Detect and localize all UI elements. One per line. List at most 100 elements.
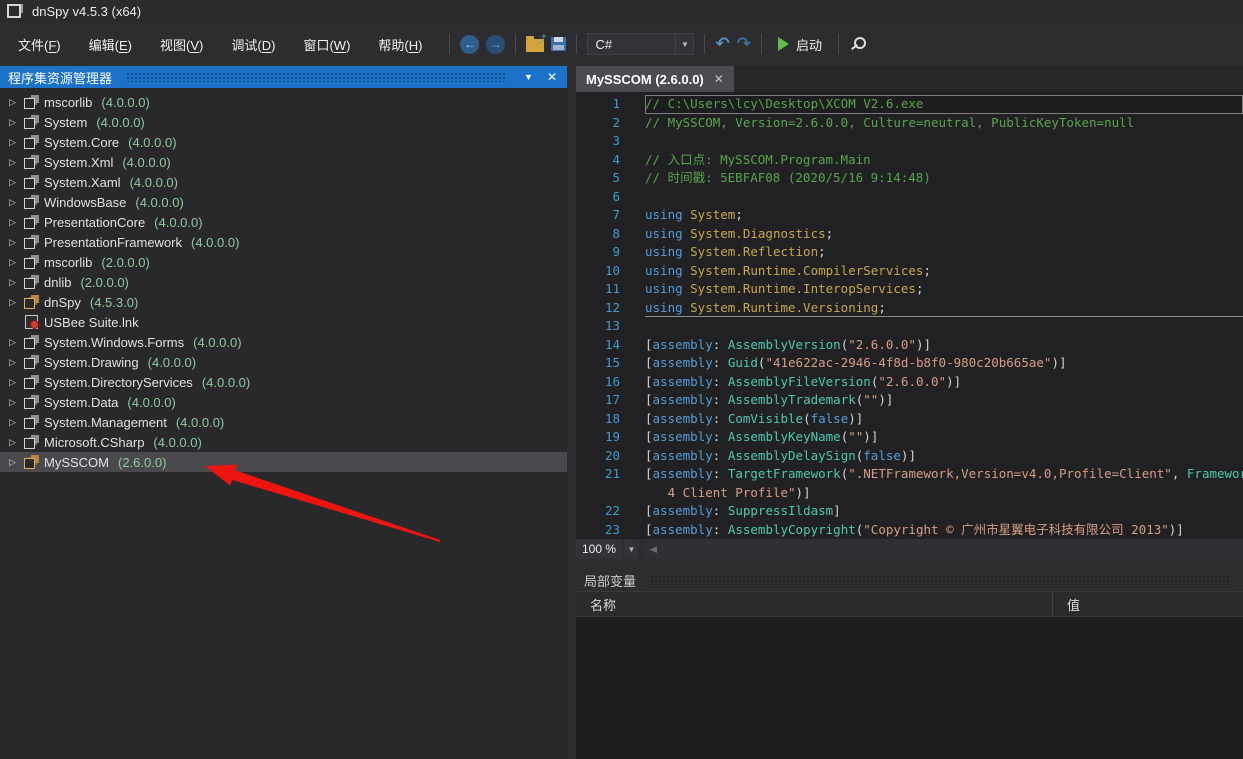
expander-icon[interactable]: ▷	[6, 197, 19, 208]
code-text: [assembly: AssemblyCopyright("Copyright …	[645, 521, 1243, 540]
code-text	[645, 132, 1243, 151]
expander-icon[interactable]: ▷	[6, 137, 19, 148]
tree-item-presentationcore[interactable]: ▷PresentationCore(4.0.0.0)	[0, 212, 567, 232]
expander-icon[interactable]: ▷	[6, 257, 19, 268]
tree-item-windowsbase[interactable]: ▷WindowsBase(4.0.0.0)	[0, 192, 567, 212]
locals-column-name[interactable]: 名称	[576, 592, 1053, 616]
tree-item-mysscom[interactable]: ▷MySSCOM(2.6.0.0)	[0, 452, 567, 472]
assembly-icon	[24, 135, 39, 149]
tree-item-dnlib[interactable]: ▷dnlib(2.0.0.0)	[0, 272, 567, 292]
main-area: 程序集资源管理器 ▼ ✕ ▷mscorlib(4.0.0.0)▷System(4…	[0, 66, 1243, 759]
tree-item-version: (4.0.0.0)	[96, 115, 144, 130]
code-text: [assembly: AssemblyFileVersion("2.6.0.0"…	[645, 373, 1243, 392]
line-number	[576, 484, 630, 503]
assembly-icon	[24, 335, 39, 349]
horizontal-scrollbar[interactable]: ◀	[645, 539, 1243, 559]
language-selector[interactable]: C# ▼	[587, 33, 694, 55]
chevron-down-icon[interactable]: ▼	[675, 34, 693, 54]
tree-item-system[interactable]: ▷System(4.0.0.0)	[0, 112, 567, 132]
tree-item-system-management[interactable]: ▷System.Management(4.0.0.0)	[0, 412, 567, 432]
expander-icon[interactable]: ▷	[6, 417, 19, 428]
menu-item-file[interactable]: 文件(F)	[4, 30, 75, 59]
undo-icon[interactable]: ↶	[715, 35, 729, 53]
tree-item-system-core[interactable]: ▷System.Core(4.0.0.0)	[0, 132, 567, 152]
tree-item-system-data[interactable]: ▷System.Data(4.0.0.0)	[0, 392, 567, 412]
tree-item-presentationframework[interactable]: ▷PresentationFramework(4.0.0.0)	[0, 232, 567, 252]
tree-item-label: mscorlib	[44, 95, 92, 110]
tree-item-system-drawing[interactable]: ▷System.Drawing(4.0.0.0)	[0, 352, 567, 372]
expander-icon[interactable]: ▷	[6, 437, 19, 448]
tree-item-system-directoryservices[interactable]: ▷System.DirectoryServices(4.0.0.0)	[0, 372, 567, 392]
code-editor[interactable]: 1// C:\Users\lcy\Desktop\XCOM V2.6.exe2/…	[576, 92, 1243, 539]
tree-item-mscorlib[interactable]: ▷mscorlib(4.0.0.0)	[0, 92, 567, 112]
redo-icon[interactable]: ↷	[737, 35, 751, 53]
tree-item-system-xaml[interactable]: ▷System.Xaml(4.0.0.0)	[0, 172, 567, 192]
tree-item-version: (4.0.0.0)	[191, 235, 239, 250]
close-icon[interactable]: ✕	[543, 68, 561, 86]
scroll-left-icon[interactable]: ◀	[645, 544, 657, 555]
tree-item-mscorlib[interactable]: ▷mscorlib(2.0.0.0)	[0, 252, 567, 272]
search-icon[interactable]	[849, 36, 865, 52]
assembly-icon	[24, 215, 39, 229]
expander-icon[interactable]: ▷	[6, 177, 19, 188]
code-line: 20[assembly: AssemblyDelaySign(false)]	[576, 447, 1243, 466]
code-line: 10using System.Runtime.CompilerServices;	[576, 262, 1243, 281]
line-number: 23	[576, 521, 630, 540]
code-line: 7using System;	[576, 206, 1243, 225]
tree-item-microsoft-csharp[interactable]: ▷Microsoft.CSharp(4.0.0.0)	[0, 432, 567, 452]
code-line: 3	[576, 132, 1243, 151]
locals-column-value[interactable]: 值	[1053, 592, 1243, 616]
tree-item-version: (4.0.0.0)	[202, 375, 250, 390]
expander-icon[interactable]: ▷	[6, 377, 19, 388]
expander-icon[interactable]: ▷	[6, 277, 19, 288]
menu-item-window[interactable]: 窗口(W)	[289, 30, 364, 59]
tree-item-dnspy[interactable]: ▷dnSpy(4.5.3.0)	[0, 292, 567, 312]
tree-item-version: (2.0.0.0)	[80, 275, 128, 290]
tree-item-usbee-suite-lnk[interactable]: USBee Suite.lnk	[0, 312, 567, 332]
code-line: 5// 时间戳: 5EBFAF08 (2020/5/16 9:14:48)	[576, 169, 1243, 188]
tab-close-icon[interactable]: ✕	[714, 72, 724, 86]
vertical-splitter[interactable]	[567, 66, 576, 759]
assembly-icon	[24, 95, 39, 109]
zoom-level-combo[interactable]: 100 %	[576, 539, 622, 559]
horizontal-splitter[interactable]	[576, 559, 1243, 569]
expander-icon[interactable]: ▷	[6, 117, 19, 128]
shortcut-error-icon	[24, 315, 39, 329]
expander-icon[interactable]: ▷	[6, 457, 19, 468]
code-text: // 入口点: MySSCOM.Program.Main	[645, 151, 1243, 170]
line-number: 18	[576, 410, 630, 429]
code-text: [assembly: TargetFramework(".NETFramewor…	[645, 465, 1243, 484]
expander-icon[interactable]: ▷	[6, 157, 19, 168]
expander-icon[interactable]: ▷	[6, 397, 19, 408]
expander-icon[interactable]: ▷	[6, 337, 19, 348]
expander-icon[interactable]: ▷	[6, 237, 19, 248]
forward-icon[interactable]: →	[486, 35, 505, 54]
assembly-explorer-header: 程序集资源管理器 ▼ ✕	[0, 66, 567, 88]
tab-myscom[interactable]: MySSCOM (2.6.0.0) ✕	[576, 66, 734, 92]
toolbar-separator	[515, 34, 516, 54]
code-line: 1// C:\Users\lcy\Desktop\XCOM V2.6.exe	[576, 95, 1243, 114]
menu-item-help[interactable]: 帮助(H)	[364, 30, 436, 59]
expander-icon[interactable]: ▷	[6, 357, 19, 368]
line-number: 15	[576, 354, 630, 373]
code-line: 23 [assembly: AssemblyCopyright("Copyrigh…	[576, 521, 1243, 540]
menu-item-debug[interactable]: 调试(D)	[217, 30, 289, 59]
menu-item-edit[interactable]: 编辑(E)	[75, 30, 146, 59]
back-icon[interactable]: ←	[460, 35, 479, 54]
menu-item-view[interactable]: 视图(V)	[146, 30, 217, 59]
assembly-explorer-panel: 程序集资源管理器 ▼ ✕ ▷mscorlib(4.0.0.0)▷System(4…	[0, 66, 567, 759]
title-bar: dnSpy v4.5.3 (x64)	[0, 0, 1243, 22]
start-button[interactable]: 启动	[772, 33, 828, 56]
tree-item-system-xml[interactable]: ▷System.Xml(4.0.0.0)	[0, 152, 567, 172]
code-text: using System.Runtime.InteropServices;	[645, 280, 1243, 299]
save-module-icon[interactable]	[551, 37, 566, 51]
locals-body[interactable]	[576, 617, 1243, 759]
expander-icon[interactable]: ▷	[6, 297, 19, 308]
tree-item-system-windows-forms[interactable]: ▷System.Windows.Forms(4.0.0.0)	[0, 332, 567, 352]
chevron-down-icon[interactable]: ▼	[624, 539, 639, 559]
code-text: [assembly: AssemblyVersion("2.6.0.0")]	[645, 336, 1243, 355]
expander-icon[interactable]: ▷	[6, 97, 19, 108]
expander-icon[interactable]: ▷	[6, 217, 19, 228]
chevron-down-icon[interactable]: ▼	[520, 70, 537, 84]
open-file-icon[interactable]	[526, 39, 544, 52]
